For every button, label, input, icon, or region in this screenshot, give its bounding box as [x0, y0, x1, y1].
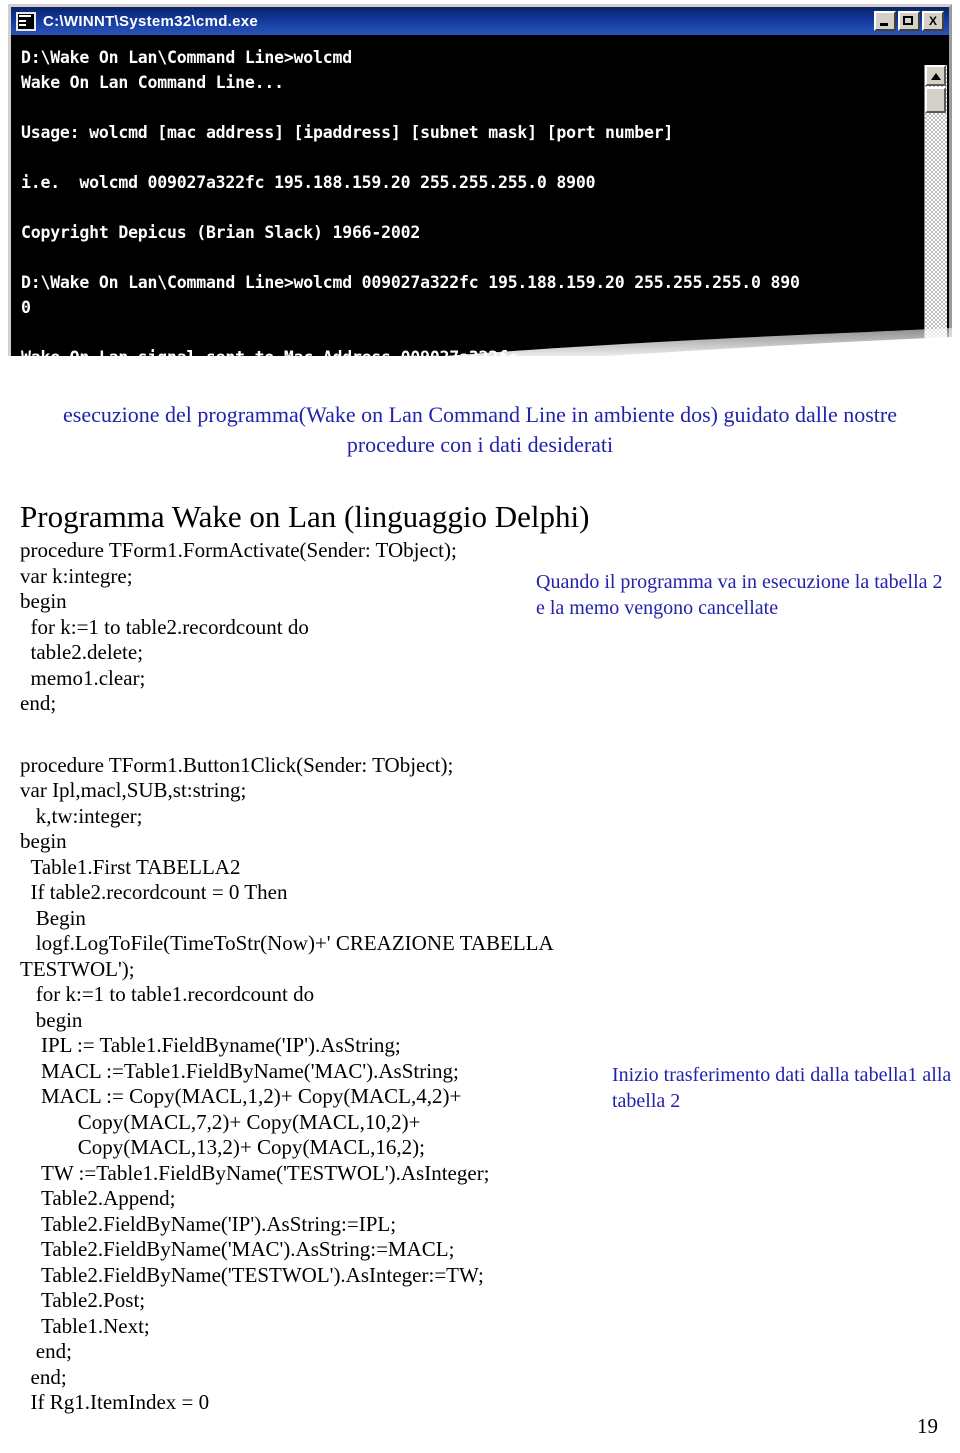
minimize-button[interactable]: [874, 11, 896, 31]
maximize-button[interactable]: [898, 11, 920, 31]
code-column-2: procedure TForm1.Button1Click(Sender: TO…: [20, 753, 580, 1416]
code-column-1: procedure TForm1.FormActivate(Sender: TO…: [20, 538, 580, 717]
console-output-text: D:\Wake On Lan\Command Line>wolcmd Wake …: [21, 48, 800, 356]
annotation-table2-memo-cleared: Quando il programma va in esecuzione la …: [536, 571, 943, 619]
scrollbar-thumb[interactable]: [925, 87, 946, 113]
window-title: C:\WINNT\System32\cmd.exe: [43, 12, 259, 30]
window-title-bar: C:\WINNT\System32\cmd.exe X: [11, 7, 949, 35]
code-block-button1-click: procedure TForm1.Button1Click(Sender: TO…: [20, 752, 553, 1415]
page-title: Programma Wake on Lan (linguaggio Delphi…: [20, 499, 590, 534]
console-output-area: D:\Wake On Lan\Command Line>wolcmd Wake …: [11, 35, 949, 356]
cmd-console-icon: [16, 11, 36, 31]
document-body: Programma Wake on Lan (linguaggio Delphi…: [20, 498, 951, 1416]
scroll-up-arrow-icon[interactable]: [925, 65, 946, 86]
console-screenshot-figure: C:\WINNT\System32\cmd.exe X D:\Wake On L…: [8, 4, 952, 424]
code-block-form-activate: procedure TForm1.FormActivate(Sender: TO…: [20, 538, 457, 715]
figure-caption: esecuzione del programma(Wake on Lan Com…: [63, 402, 897, 457]
console-scrollbar[interactable]: [924, 65, 947, 356]
window-controls: X: [874, 11, 946, 31]
annotation-data-transfer-start: Inizio trasferimento dati dalla tabella1…: [612, 1064, 952, 1112]
page-number: 19: [917, 1414, 938, 1438]
cmd-window: C:\WINNT\System32\cmd.exe X D:\Wake On L…: [8, 4, 952, 356]
close-button[interactable]: X: [922, 11, 944, 31]
